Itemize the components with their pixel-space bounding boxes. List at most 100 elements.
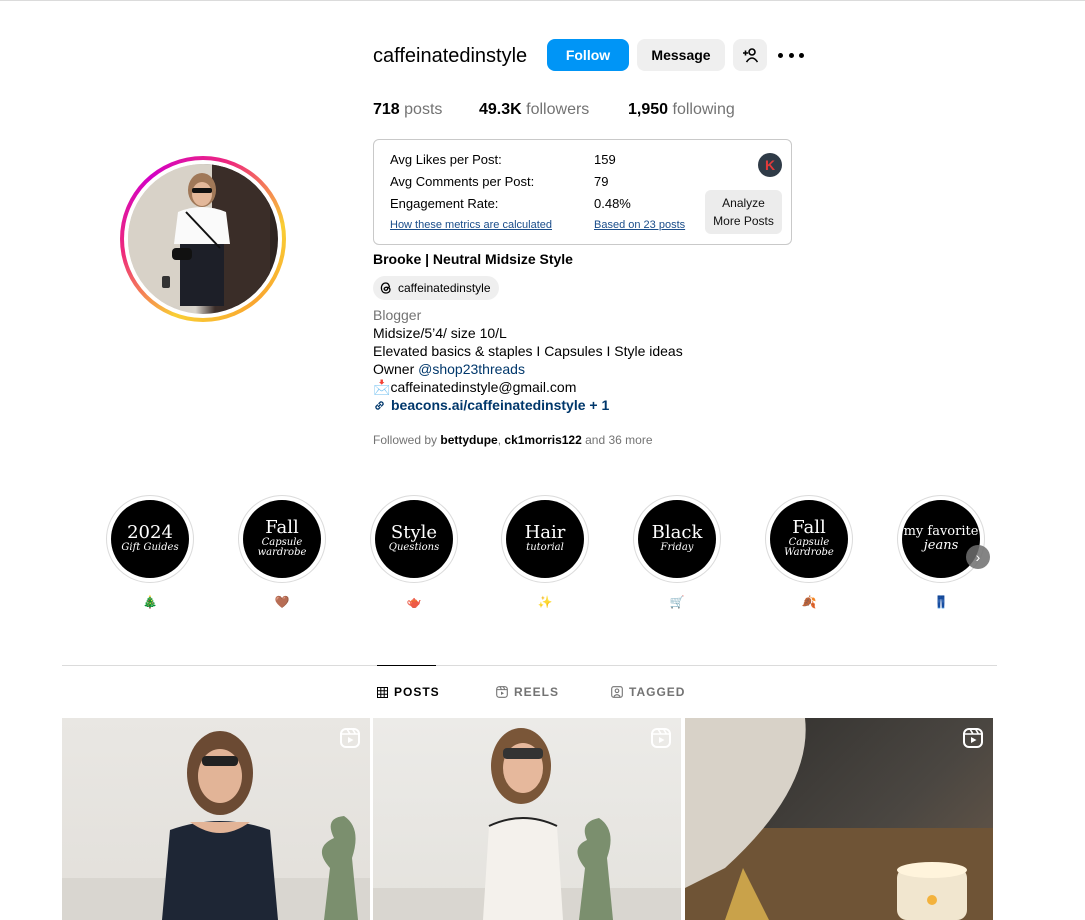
highlight-label: 👖: [933, 595, 949, 609]
followers-number: 49.3K: [479, 101, 522, 118]
tab-reels[interactable]: REELS: [496, 685, 559, 699]
highlight-title: Fall: [265, 517, 299, 539]
highlight-cover: Black Friday: [638, 500, 716, 578]
bio-external-link[interactable]: beacons.ai/caffeinatedinstyle + 1: [373, 397, 609, 413]
highlight-cover: Hair tutorial: [506, 500, 584, 578]
analyze-label-line1: Analyze: [722, 196, 765, 210]
owner-mention-link[interactable]: @shop23threads: [418, 361, 525, 377]
tab-posts[interactable]: POSTS: [377, 685, 440, 699]
message-button[interactable]: Message: [637, 39, 725, 71]
avg-comments-label: Avg Comments per Post:: [390, 174, 535, 189]
more-options-icon[interactable]: [778, 44, 804, 66]
highlight-cover: Fall Capsule wardrobe: [243, 500, 321, 578]
based-on-posts-link[interactable]: Based on 23 posts: [594, 219, 685, 231]
highlight-subtitle: Questions: [388, 542, 440, 554]
avg-comments-value: 79: [594, 174, 609, 189]
story-highlight[interactable]: Black Friday 🛒: [633, 495, 721, 615]
bio-line-2: Elevated basics & staples I Capsules I S…: [373, 343, 683, 359]
followers-count[interactable]: 49.3K followers: [479, 101, 589, 119]
bio-email: caffeinatedinstyle@gmail.com: [390, 379, 577, 395]
tab-posts-label: POSTS: [394, 685, 440, 699]
highlight-cover: my favorite jeans: [902, 500, 980, 578]
tagged-icon: [611, 686, 623, 698]
highlight-subtitle: Capsule Wardrobe: [784, 536, 834, 559]
profile-avatar[interactable]: [120, 156, 286, 322]
avatar-figure: [128, 164, 270, 306]
tab-tagged[interactable]: TAGGED: [611, 685, 685, 699]
chevron-right-icon[interactable]: ›: [966, 545, 990, 569]
reel-icon: [651, 728, 671, 748]
posts-count[interactable]: 718 posts: [373, 101, 442, 119]
highlight-label: 🍂: [801, 595, 817, 609]
highlight-title: Hair: [524, 522, 566, 544]
followed-by-prefix: Followed by: [373, 433, 441, 447]
followers-label: followers: [526, 101, 590, 118]
post-image: [62, 731, 370, 920]
followed-by-line[interactable]: Followed by bettydupe, ck1morris122 and …: [373, 433, 653, 447]
profile-username: caffeinatedinstyle: [373, 45, 528, 67]
tab-tagged-label: TAGGED: [629, 685, 686, 699]
tabs-divider: [62, 665, 997, 666]
highlight-cover: Fall Capsule Wardrobe: [770, 500, 848, 578]
engagement-metrics-panel: Avg Likes per Post: 159 Avg Comments per…: [373, 139, 792, 245]
threads-link-pill[interactable]: caffeinatedinstyle: [373, 276, 499, 300]
post-thumbnail[interactable]: [62, 718, 370, 920]
highlight-label: 🛒: [669, 595, 685, 609]
story-highlight[interactable]: Hair tutorial ✨: [501, 495, 589, 615]
threads-icon: [380, 282, 391, 294]
story-highlight[interactable]: 2024 Gift Guides 🎄: [106, 495, 194, 615]
add-user-button[interactable]: [733, 39, 767, 71]
follow-button[interactable]: Follow: [547, 39, 629, 71]
highlight-label: 🎄: [142, 595, 158, 609]
reel-icon: [963, 728, 983, 748]
post-thumbnail[interactable]: [685, 718, 993, 920]
highlight-subtitle: Friday: [660, 542, 694, 554]
following-count[interactable]: 1,950 following: [628, 101, 735, 119]
analyze-more-posts-button[interactable]: Analyze More Posts: [705, 190, 782, 234]
avg-likes-value: 159: [594, 152, 616, 167]
engagement-rate-value: 0.48%: [594, 196, 631, 211]
highlight-title: Style: [390, 522, 438, 544]
grid-icon: [377, 686, 388, 698]
highlight-title: Black: [651, 522, 703, 544]
extension-badge-icon[interactable]: K: [758, 153, 782, 177]
analyze-label-line2: More Posts: [713, 214, 774, 228]
highlight-cover: Style Questions: [375, 500, 453, 578]
story-highlight[interactable]: Fall Capsule Wardrobe 🍂: [765, 495, 853, 615]
highlight-cover: 2024 Gift Guides: [111, 500, 189, 578]
top-divider: [0, 0, 1085, 1]
highlight-subtitle: Gift Guides: [121, 542, 179, 554]
posts-number: 718: [373, 101, 400, 118]
bio-category: Blogger: [373, 307, 422, 323]
highlight-subtitle: jeans: [923, 538, 959, 553]
story-highlight[interactable]: Style Questions 🫖: [370, 495, 458, 615]
followed-by-suffix: and 36 more: [581, 433, 653, 447]
story-highlight[interactable]: Fall Capsule wardrobe 🤎: [238, 495, 326, 615]
avatar-photo: [128, 164, 278, 314]
tab-reels-label: REELS: [514, 685, 560, 699]
bio-link-text: beacons.ai/caffeinatedinstyle + 1: [391, 397, 610, 413]
post-thumbnail[interactable]: [373, 718, 681, 920]
engagement-rate-label: Engagement Rate:: [390, 196, 499, 211]
post-image: [373, 728, 681, 920]
followed-user-2: ck1morris122: [504, 433, 582, 447]
active-tab-indicator: [377, 665, 436, 666]
bio-owner-line: Owner @shop23threads: [373, 361, 525, 377]
reels-icon: [496, 686, 508, 698]
highlight-subtitle: Capsule wardrobe: [257, 536, 307, 559]
owner-prefix: Owner: [373, 361, 419, 377]
highlight-subtitle: tutorial: [526, 542, 564, 554]
threads-handle: caffeinatedinstyle: [398, 281, 491, 295]
metrics-calculation-link[interactable]: How these metrics are calculated: [390, 219, 552, 231]
add-user-icon: [743, 48, 758, 63]
post-image: [685, 718, 993, 920]
followed-user-1: bettydupe: [440, 433, 498, 447]
following-label: following: [672, 101, 735, 118]
link-icon: [375, 400, 384, 410]
envelope-icon: 📩: [373, 379, 391, 395]
bio-email-line: 📩caffeinatedinstyle@gmail.com: [373, 379, 576, 396]
posts-label: posts: [404, 101, 443, 118]
reel-icon: [340, 728, 360, 748]
highlight-label: ✨: [537, 595, 553, 609]
profile-full-name: Brooke | Neutral Midsize Style: [373, 251, 573, 267]
